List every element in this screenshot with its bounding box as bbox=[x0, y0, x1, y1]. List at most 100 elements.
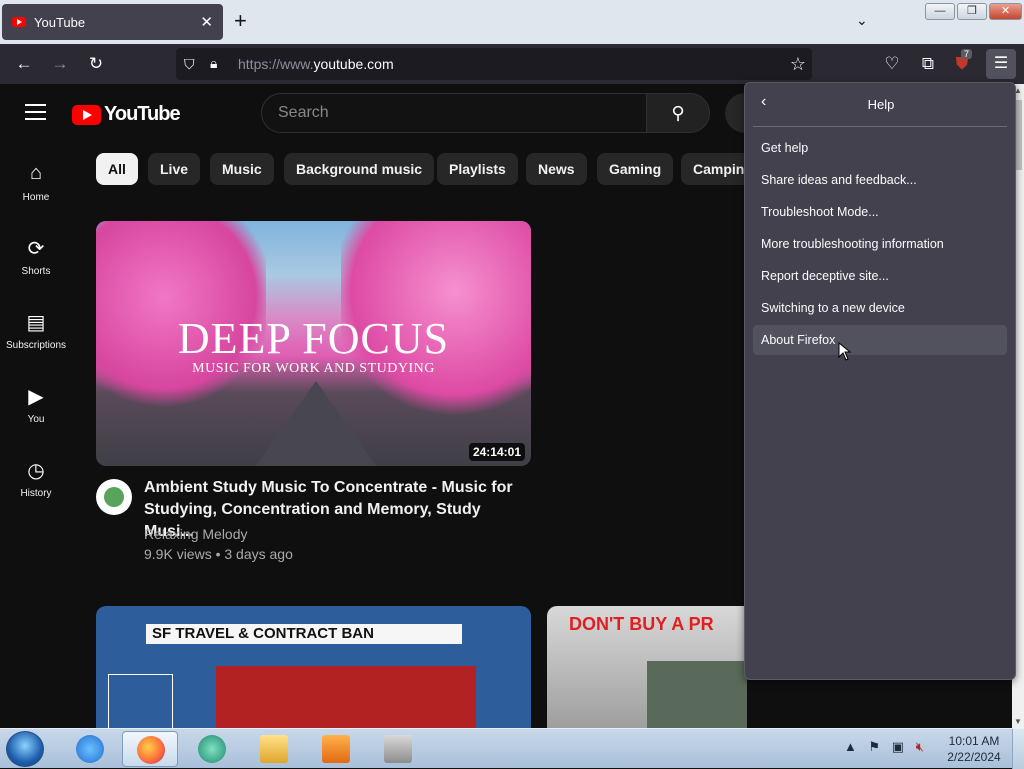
internet-explorer-icon bbox=[76, 735, 104, 763]
action-center-flag-icon[interactable]: ⚑ bbox=[869, 739, 881, 754]
menu-item-share-feedback[interactable]: Share ideas and feedback... bbox=[753, 165, 1007, 195]
taskbar-firefox[interactable] bbox=[122, 731, 178, 767]
search-icon: ⚲ bbox=[671, 103, 685, 123]
sidebar-item-history[interactable]: ◷ History bbox=[0, 458, 72, 499]
sidebar-item-subscriptions[interactable]: ▤ Subscriptions bbox=[0, 310, 72, 351]
taskbar-media-player[interactable] bbox=[308, 731, 364, 767]
navigation-toolbar: ← → ↻ ⛉ 🔒︎ https://www.youtube.com ☆ ♡ ⧉… bbox=[0, 44, 1024, 84]
taskbar-file-explorer[interactable] bbox=[246, 731, 302, 767]
system-tray[interactable]: ▲ ⚑ ▣ 🔇︎ bbox=[844, 739, 924, 755]
clock-time[interactable]: 10:01 AM bbox=[944, 734, 1004, 748]
chip-all[interactable]: All bbox=[96, 153, 138, 185]
menu-item-more-troubleshooting[interactable]: More troubleshooting information bbox=[753, 229, 1007, 259]
home-icon: ⌂ bbox=[29, 162, 43, 184]
taskbar-app-globe[interactable] bbox=[184, 731, 240, 767]
youtube-favicon-icon bbox=[12, 17, 26, 27]
menu-item-report-deceptive-site[interactable]: Report deceptive site... bbox=[753, 261, 1007, 291]
menu-item-get-help[interactable]: Get help bbox=[753, 133, 1007, 163]
thumbnail-banner: SF TRAVEL & CONTRACT BAN bbox=[146, 624, 462, 644]
forward-button[interactable]: → bbox=[48, 52, 72, 76]
extensions-icon[interactable]: ⧉ bbox=[916, 52, 940, 76]
network-icon[interactable]: ▣ bbox=[892, 739, 904, 754]
tab-close-icon[interactable]: ✕ bbox=[200, 13, 213, 31]
thumbnail-map bbox=[216, 666, 476, 728]
chip-playlists[interactable]: Playlists bbox=[437, 153, 518, 185]
panel-title: Help bbox=[867, 97, 895, 112]
window-maximize-button[interactable]: ❐ bbox=[957, 3, 987, 20]
folder-icon bbox=[260, 735, 288, 763]
window-close-button[interactable]: ✕ bbox=[989, 3, 1022, 20]
bookmark-star-icon[interactable]: ☆ bbox=[790, 54, 806, 75]
chip-news[interactable]: News bbox=[526, 153, 587, 185]
windows-taskbar: ▲ ⚑ ▣ 🔇︎ 10:01 AM 2/22/2024 bbox=[0, 728, 1024, 769]
youtube-play-icon bbox=[72, 104, 101, 125]
back-button[interactable]: ← bbox=[12, 52, 36, 76]
sidebar-item-you[interactable]: ▶ You bbox=[0, 384, 72, 425]
window-minimize-button[interactable]: — bbox=[925, 3, 955, 20]
taskbar-app-lock[interactable] bbox=[370, 731, 426, 767]
thumbnail-subtitle: MUSIC FOR WORK AND STUDYING bbox=[192, 361, 435, 376]
divider bbox=[753, 126, 1007, 127]
show-hidden-icons-icon[interactable]: ▲ bbox=[844, 739, 857, 754]
scroll-down-arrow-icon[interactable]: ▼ bbox=[1014, 717, 1022, 726]
tab-youtube[interactable]: YouTube ✕ bbox=[2, 4, 223, 40]
taskbar-internet-explorer[interactable] bbox=[62, 731, 118, 767]
chip-gaming[interactable]: Gaming bbox=[597, 153, 674, 185]
sidebar-item-label: Subscriptions bbox=[5, 340, 67, 351]
history-icon: ◷ bbox=[27, 460, 45, 482]
sidebar-item-shorts[interactable]: ⟳ Shorts bbox=[0, 236, 72, 277]
volume-muted-icon[interactable]: 🔇︎ bbox=[916, 739, 924, 754]
lock-icon[interactable]: 🔒︎ bbox=[210, 55, 217, 72]
media-player-icon bbox=[322, 735, 350, 763]
app-menu-button[interactable]: ☰ bbox=[986, 49, 1016, 79]
youtube-logo[interactable]: YouTube bbox=[72, 103, 181, 126]
sidebar-item-home[interactable]: ⌂ Home bbox=[0, 162, 72, 203]
mouse-cursor-icon bbox=[838, 342, 852, 361]
video-thumbnail[interactable]: DON'T BUY A PR bbox=[547, 606, 747, 728]
sidebar-item-label: Home bbox=[22, 192, 50, 203]
firefox-icon bbox=[137, 736, 165, 764]
tab-strip: YouTube ✕ + ⌄ — ❐ ✕ bbox=[0, 0, 1024, 44]
menu-item-about-firefox[interactable]: About Firefox bbox=[753, 325, 1007, 355]
thumbnail-equipment bbox=[647, 661, 747, 728]
search-button[interactable]: ⚲ bbox=[646, 93, 710, 133]
youtube-logo-text: YouTube bbox=[104, 103, 181, 125]
menu-item-troubleshoot-mode[interactable]: Troubleshoot Mode... bbox=[753, 197, 1007, 227]
video-thumbnail[interactable]: SF TRAVEL & CONTRACT BAN bbox=[96, 606, 531, 728]
chip-live[interactable]: Live bbox=[148, 153, 201, 185]
channel-name[interactable]: Relaxing Melody bbox=[144, 526, 248, 542]
you-icon: ▶ bbox=[28, 386, 44, 408]
video-duration-badge: 24:14:01 bbox=[468, 443, 525, 461]
shorts-icon: ⟳ bbox=[27, 238, 45, 260]
thumbnail-road bbox=[256, 381, 376, 466]
thumbnail-banner: DON'T BUY A PR bbox=[569, 614, 714, 634]
sidebar-item-label: You bbox=[27, 414, 45, 425]
thumbnail-map-inset bbox=[108, 674, 173, 728]
help-menu-panel: ‹ Help Get help Share ideas and feedback… bbox=[744, 82, 1016, 680]
video-thumbnail[interactable]: DEEP FOCUS MUSIC FOR WORK AND STUDYING 2… bbox=[96, 221, 531, 466]
ublock-badge: 7 bbox=[961, 49, 973, 59]
url-text[interactable]: https://www.youtube.com bbox=[238, 56, 394, 72]
list-all-tabs-button[interactable]: ⌄ bbox=[856, 12, 868, 29]
menu-item-switching-device[interactable]: Switching to a new device bbox=[753, 293, 1007, 323]
lock-app-icon bbox=[384, 735, 412, 763]
globe-app-icon bbox=[198, 735, 226, 763]
sidebar-item-label: Shorts bbox=[21, 266, 51, 277]
show-desktop-button[interactable] bbox=[1012, 729, 1024, 769]
tab-title: YouTube bbox=[34, 14, 86, 30]
chip-background-music[interactable]: Background music bbox=[284, 153, 435, 185]
search-input[interactable]: Search bbox=[261, 93, 647, 133]
address-bar[interactable]: ⛉ 🔒︎ https://www.youtube.com ☆ bbox=[176, 48, 812, 80]
thumbnail-title: DEEP FOCUS bbox=[177, 314, 450, 363]
reload-button[interactable]: ↻ bbox=[84, 52, 108, 76]
pocket-icon[interactable]: ♡ bbox=[880, 52, 904, 76]
sidebar-item-label: History bbox=[20, 488, 52, 499]
subscriptions-icon: ▤ bbox=[26, 312, 46, 334]
start-button[interactable] bbox=[6, 731, 44, 767]
guide-menu-icon[interactable] bbox=[25, 104, 46, 125]
channel-avatar[interactable] bbox=[96, 479, 132, 515]
clock-date[interactable]: 2/22/2024 bbox=[944, 750, 1004, 764]
new-tab-button[interactable]: + bbox=[234, 10, 247, 32]
chip-music[interactable]: Music bbox=[210, 153, 274, 185]
tracking-protection-shield-icon[interactable]: ⛉ bbox=[184, 56, 195, 73]
